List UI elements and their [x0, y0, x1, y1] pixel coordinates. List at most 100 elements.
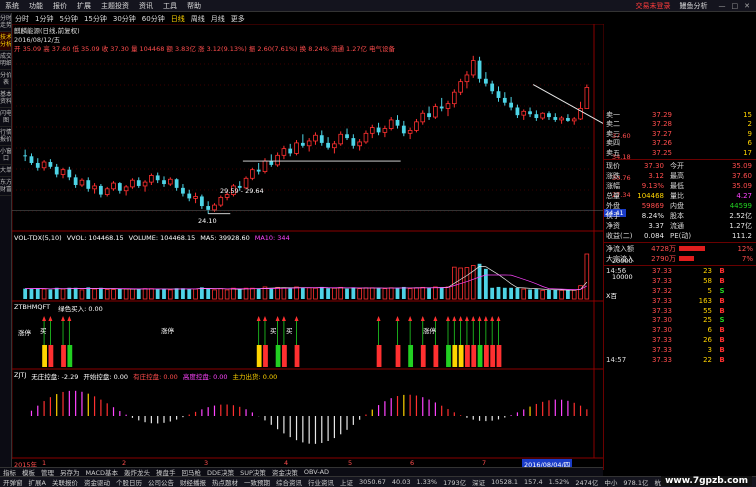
- flow-row: 大宗流入 2790万 7%: [604, 254, 756, 264]
- menu-item[interactable]: 功能: [24, 1, 48, 11]
- bottom-tab[interactable]: 行业资讯: [305, 477, 337, 487]
- volume-bar: [206, 288, 211, 299]
- period-tab[interactable]: 月线: [208, 14, 228, 24]
- close-button[interactable]: ✕: [744, 2, 750, 10]
- bottom-tab[interactable]: 一致预期: [241, 477, 273, 487]
- candle-body: [363, 132, 369, 143]
- ztb-buy-label: 绿色买入: 0.00: [58, 305, 103, 313]
- stat-label: 收益(二): [606, 231, 633, 240]
- period-tab[interactable]: 分时: [12, 14, 32, 24]
- left-tab[interactable]: 基本资料: [0, 89, 11, 108]
- bottom-tab[interactable]: 综合资讯: [273, 477, 305, 487]
- volume-bar: [306, 287, 312, 300]
- volume-bar: [540, 289, 545, 300]
- volume-bar: [111, 289, 116, 300]
- left-tab[interactable]: 分时走势: [0, 13, 11, 32]
- order-book-row[interactable]: 卖三 37.27 9: [604, 129, 756, 139]
- order-book-row[interactable]: 卖一 37.29 15: [604, 110, 756, 120]
- volume-bar: [388, 287, 394, 300]
- menu-item[interactable]: 系统: [0, 1, 24, 11]
- bottom-tab[interactable]: 扩展A: [26, 477, 49, 487]
- left-tab[interactable]: 闪电图: [0, 108, 11, 127]
- bottom-tab[interactable]: 热点题材: [209, 477, 241, 487]
- order-book-row[interactable]: 卖四 37.26 6: [604, 139, 756, 149]
- candle-body: [559, 117, 564, 121]
- chart-area[interactable]: [12, 24, 604, 469]
- signal-arrow: [376, 316, 381, 321]
- candle-body: [86, 180, 91, 189]
- left-tab[interactable]: 大单: [0, 165, 11, 177]
- tick-direction: B: [719, 306, 725, 315]
- left-tab[interactable]: 成交明细: [0, 51, 11, 70]
- menu-item[interactable]: 报价: [48, 1, 72, 11]
- tick-row: 37.33 3 B: [604, 345, 756, 355]
- zjtj-wuzhuang: 无庄控盘: -2.29: [31, 373, 79, 381]
- analysis-link[interactable]: 鳗鱼分析: [675, 1, 713, 11]
- period-tab[interactable]: 更多: [228, 14, 248, 24]
- range-annotation: 29.59 - 29.64: [220, 187, 264, 195]
- indicator-tab[interactable]: OBV-AD: [301, 468, 332, 476]
- order-price: 37.26: [651, 139, 672, 148]
- menu-item[interactable]: 资讯: [134, 1, 158, 11]
- bottom-tab[interactable]: 个股日历: [113, 477, 145, 487]
- period-tab[interactable]: 5分钟: [56, 14, 80, 24]
- stat-row: 净资 3.37 流通 1.27亿: [604, 221, 756, 231]
- tick-volume: 6: [707, 326, 712, 335]
- order-price: 37.25: [651, 148, 672, 157]
- candle-body: [427, 113, 431, 118]
- left-tab[interactable]: 分价表: [0, 70, 11, 89]
- tick-row: 37.30 25 S: [604, 315, 756, 325]
- candle-body: [326, 142, 330, 148]
- period-tab[interactable]: 日线: [168, 14, 188, 24]
- period-tab[interactable]: 60分钟: [139, 14, 168, 24]
- bottom-tab[interactable]: 开弹窗: [0, 477, 26, 487]
- candle-body: [23, 155, 28, 157]
- tick-row: 14:57 37.33 22 B: [604, 355, 756, 365]
- menu-item[interactable]: 工具: [158, 1, 182, 11]
- volume-bar: [136, 289, 141, 299]
- menu-item[interactable]: 帮助: [182, 1, 206, 11]
- maximize-button[interactable]: □: [732, 2, 739, 10]
- menu-item[interactable]: 主题投资: [96, 1, 134, 11]
- stat-value: 44599: [729, 201, 752, 210]
- sh-amount: 1793亿: [443, 479, 467, 487]
- bottom-tab[interactable]: 关联报价: [49, 477, 81, 487]
- period-tab[interactable]: 周线: [188, 14, 208, 24]
- left-tab[interactable]: 东方财富: [0, 177, 11, 196]
- menu-item[interactable]: 扩展: [72, 1, 96, 11]
- login-status[interactable]: 交易未登录: [632, 1, 675, 11]
- bottom-tab[interactable]: 资金驱动: [81, 477, 113, 487]
- tick-direction: B: [719, 345, 725, 354]
- candle-body: [187, 193, 192, 199]
- period-tab[interactable]: 15分钟: [81, 14, 110, 24]
- left-tab[interactable]: 小窗口: [0, 146, 11, 165]
- candle-body: [388, 119, 394, 129]
- left-tab[interactable]: 技术分析: [0, 32, 11, 51]
- volume-bar: [155, 289, 160, 299]
- candle-body: [395, 119, 400, 126]
- volume-bar: [104, 289, 110, 300]
- volume-bar: [199, 287, 204, 299]
- volume-header: VOL-TDX(5,10) VVOL: 104468.15 VOLUME: 10…: [14, 234, 290, 242]
- tick-direction: B: [719, 296, 725, 305]
- bottom-tab[interactable]: 财经播报: [177, 477, 209, 487]
- candle-body: [288, 148, 293, 154]
- stat-value: 8.24%: [641, 211, 664, 220]
- order-book-row[interactable]: 卖二 37.28 2: [604, 120, 756, 130]
- date-axis-label: 7: [482, 459, 487, 467]
- watermark-text: www.7gpzb.com: [661, 476, 752, 486]
- left-tab[interactable]: 行情报价: [0, 127, 11, 146]
- period-bar: 分时 1分钟 5分钟 15分钟 30分钟 60分钟 日线 周线 月线 更多: [12, 14, 424, 24]
- candle-body: [174, 179, 179, 188]
- order-book-row[interactable]: 卖五 37.25 17: [604, 148, 756, 158]
- minimize-button[interactable]: —: [719, 2, 726, 10]
- tick-volume: 163: [698, 296, 712, 305]
- tick-list[interactable]: 14:56 37.33 23 B 37.33 58 B 37.32 5 S 37.33 163 B 37.…: [604, 267, 756, 365]
- candle-body: [540, 112, 545, 119]
- period-tab[interactable]: 30分钟: [110, 14, 139, 24]
- tick-price: 37.30: [651, 316, 672, 325]
- period-tab[interactable]: 1分钟: [32, 14, 56, 24]
- flow-row: 净流入额 4728万 12%: [604, 244, 756, 254]
- bottom-tab[interactable]: 公司公告: [145, 477, 177, 487]
- signal-bar: [465, 345, 470, 367]
